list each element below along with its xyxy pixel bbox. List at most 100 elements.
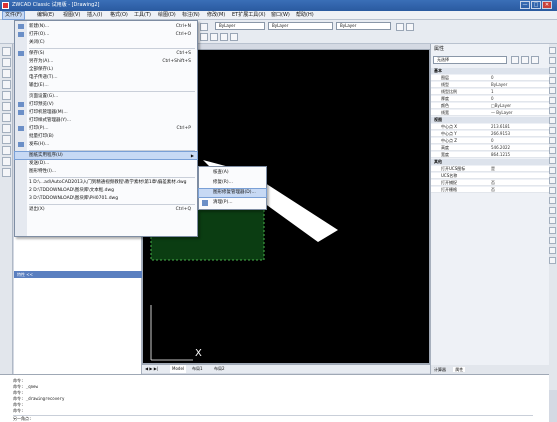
toggle-pickadd-icon[interactable]: [511, 56, 519, 64]
tab-calculator[interactable]: 计算器: [434, 367, 446, 372]
file-menu-item[interactable]: 输出(E)...: [15, 82, 197, 89]
property-category[interactable]: 基本: [431, 68, 550, 74]
modify-tool-icon[interactable]: [549, 47, 556, 54]
property-row[interactable]: 打开UCS图标 是: [431, 166, 550, 172]
menu-draw[interactable]: 绘图(D): [158, 12, 176, 19]
modify-tool-icon[interactable]: [549, 217, 556, 224]
spline-tool-icon[interactable]: [2, 124, 11, 133]
menu-help[interactable]: 帮助(H): [296, 12, 314, 19]
modify-tool-icon[interactable]: [549, 207, 556, 214]
property-row[interactable]: 线型比例 1: [431, 89, 550, 95]
file-menu-item[interactable]: 发布(H)...: [15, 141, 197, 148]
line-tool-icon[interactable]: [2, 47, 11, 56]
tab-properties[interactable]: 属性: [453, 367, 466, 372]
modify-tool-icon[interactable]: [549, 87, 556, 94]
property-row[interactable]: UCS名称: [431, 173, 550, 179]
file-menu-item[interactable]: 关闭(C): [15, 39, 197, 46]
property-row[interactable]: 颜色 □ByLayer: [431, 103, 550, 109]
modify-tool-icon[interactable]: [549, 147, 556, 154]
modify-tool-icon[interactable]: [549, 107, 556, 114]
text-tool-icon[interactable]: [2, 168, 11, 177]
property-row[interactable]: 厚度 0: [431, 96, 550, 102]
property-category[interactable]: 其他: [431, 159, 550, 165]
property-row[interactable]: 打开栅格 否: [431, 187, 550, 193]
zoom-previous-icon[interactable]: [230, 33, 238, 41]
modify-tool-icon[interactable]: [549, 257, 556, 264]
pan-icon[interactable]: [200, 33, 208, 41]
file-menu-item[interactable]: 页面设置(G)...: [15, 93, 197, 100]
menu-modify[interactable]: 修改(M): [207, 12, 225, 19]
submenu-item[interactable]: 图形修复管理器(D)...: [198, 188, 267, 198]
tab-model[interactable]: Model: [170, 365, 187, 373]
zoom-icon[interactable]: [210, 33, 218, 41]
polyline-tool-icon[interactable]: [2, 69, 11, 78]
file-menu-item[interactable]: 图形特性(I)...: [15, 168, 197, 175]
modify-tool-icon[interactable]: [549, 177, 556, 184]
rectangle-tool-icon[interactable]: [2, 91, 11, 100]
close-button[interactable]: ✕: [542, 1, 552, 9]
color-icon[interactable]: [406, 23, 414, 31]
menu-tools[interactable]: 工具(T): [134, 12, 151, 19]
modify-tool-icon[interactable]: [549, 227, 556, 234]
menu-et-tools[interactable]: ET扩展工具(X): [232, 12, 266, 19]
modify-tool-icon[interactable]: [549, 167, 556, 174]
file-menu-item[interactable]: 打印预览(V): [15, 101, 197, 108]
modify-tool-icon[interactable]: [549, 197, 556, 204]
file-menu-item[interactable]: 全部保存(L): [15, 66, 197, 73]
modify-tool-icon[interactable]: [549, 127, 556, 134]
insert-block-icon[interactable]: [2, 146, 11, 155]
selection-combo[interactable]: 无选择: [433, 56, 507, 64]
file-menu-item[interactable]: 1 D:\...ad\AutoCAD2013入门到精通视频教程\教学素材\第1章…: [15, 179, 197, 186]
menu-format[interactable]: 格式(O): [110, 12, 128, 19]
file-menu-item[interactable]: 电子传递(T)...: [15, 74, 197, 81]
modify-tool-icon[interactable]: [549, 77, 556, 84]
file-menu-item[interactable]: 打印样式管理器(Y)...: [15, 117, 197, 124]
polygon-tool-icon[interactable]: [2, 80, 11, 89]
property-row[interactable]: 打开捕捉 否: [431, 180, 550, 186]
tab-layout2[interactable]: 布局2: [214, 365, 225, 373]
file-menu-item[interactable]: 保存(S) Ctrl+S: [15, 50, 197, 57]
menu-insert[interactable]: 插入(I): [87, 12, 102, 19]
file-menu-item[interactable]: 退出(X) Ctrl+Q: [15, 206, 197, 213]
zoom-window-icon[interactable]: [220, 33, 228, 41]
file-menu-item[interactable]: 打印(P)... Ctrl+P: [15, 125, 197, 132]
layer-icon[interactable]: [200, 23, 208, 31]
file-menu-item[interactable]: 2 D:\TDDOWNLOAD\图块库\文本框.dwg: [15, 187, 197, 194]
tab-nav-buttons[interactable]: ◀ ▶ ▶|: [145, 365, 158, 373]
circle-tool-icon[interactable]: [2, 113, 11, 122]
command-prompt[interactable]: 另一角点:: [13, 415, 533, 422]
file-menu-item[interactable]: 打印机管理器(M)...: [15, 109, 197, 116]
submenu-item[interactable]: 修复(R)...: [199, 179, 266, 187]
quick-select-icon[interactable]: [531, 56, 539, 64]
xline-tool-icon[interactable]: [2, 58, 11, 67]
properties-icon[interactable]: [396, 23, 404, 31]
modify-tool-icon[interactable]: [549, 247, 556, 254]
tab-layout1[interactable]: 布局1: [192, 365, 203, 373]
modify-tool-icon[interactable]: [549, 137, 556, 144]
property-row[interactable]: 中心点 Z 0: [431, 138, 550, 144]
select-objects-icon[interactable]: [521, 56, 529, 64]
property-row[interactable]: 高度 546.2022: [431, 145, 550, 151]
modify-tool-icon[interactable]: [549, 67, 556, 74]
maximize-button[interactable]: □: [531, 1, 541, 9]
menu-view[interactable]: 视图(V): [63, 12, 80, 19]
modify-tool-icon[interactable]: [549, 187, 556, 194]
property-row[interactable]: 中心点 X 213.6181: [431, 124, 550, 130]
modify-tool-icon[interactable]: [549, 157, 556, 164]
minimize-button[interactable]: —: [520, 1, 530, 9]
property-row[interactable]: 宽度 864.1215: [431, 152, 550, 158]
menu-edit[interactable]: 编辑(E): [37, 12, 54, 19]
property-row[interactable]: 线型 ByLayer: [431, 82, 550, 88]
file-menu-item[interactable]: 批量打印(B): [15, 133, 197, 140]
menu-window[interactable]: 窗口(W): [271, 12, 290, 19]
property-row[interactable]: 中心点 Y 266.9153: [431, 131, 550, 137]
modify-tool-icon[interactable]: [549, 57, 556, 64]
modify-tool-icon[interactable]: [549, 117, 556, 124]
file-menu-item[interactable]: 另存为(A)... Ctrl+Shift+S: [15, 58, 197, 65]
submenu-item[interactable]: 清理(P)...: [199, 199, 266, 207]
property-row[interactable]: 线宽 — ByLayer: [431, 110, 550, 116]
menu-dimension[interactable]: 标注(N): [182, 12, 200, 19]
lineweight-combo[interactable]: ByLayer: [336, 22, 391, 30]
ellipse-tool-icon[interactable]: [2, 135, 11, 144]
left-panel-header[interactable]: 特性 <<: [14, 271, 142, 278]
